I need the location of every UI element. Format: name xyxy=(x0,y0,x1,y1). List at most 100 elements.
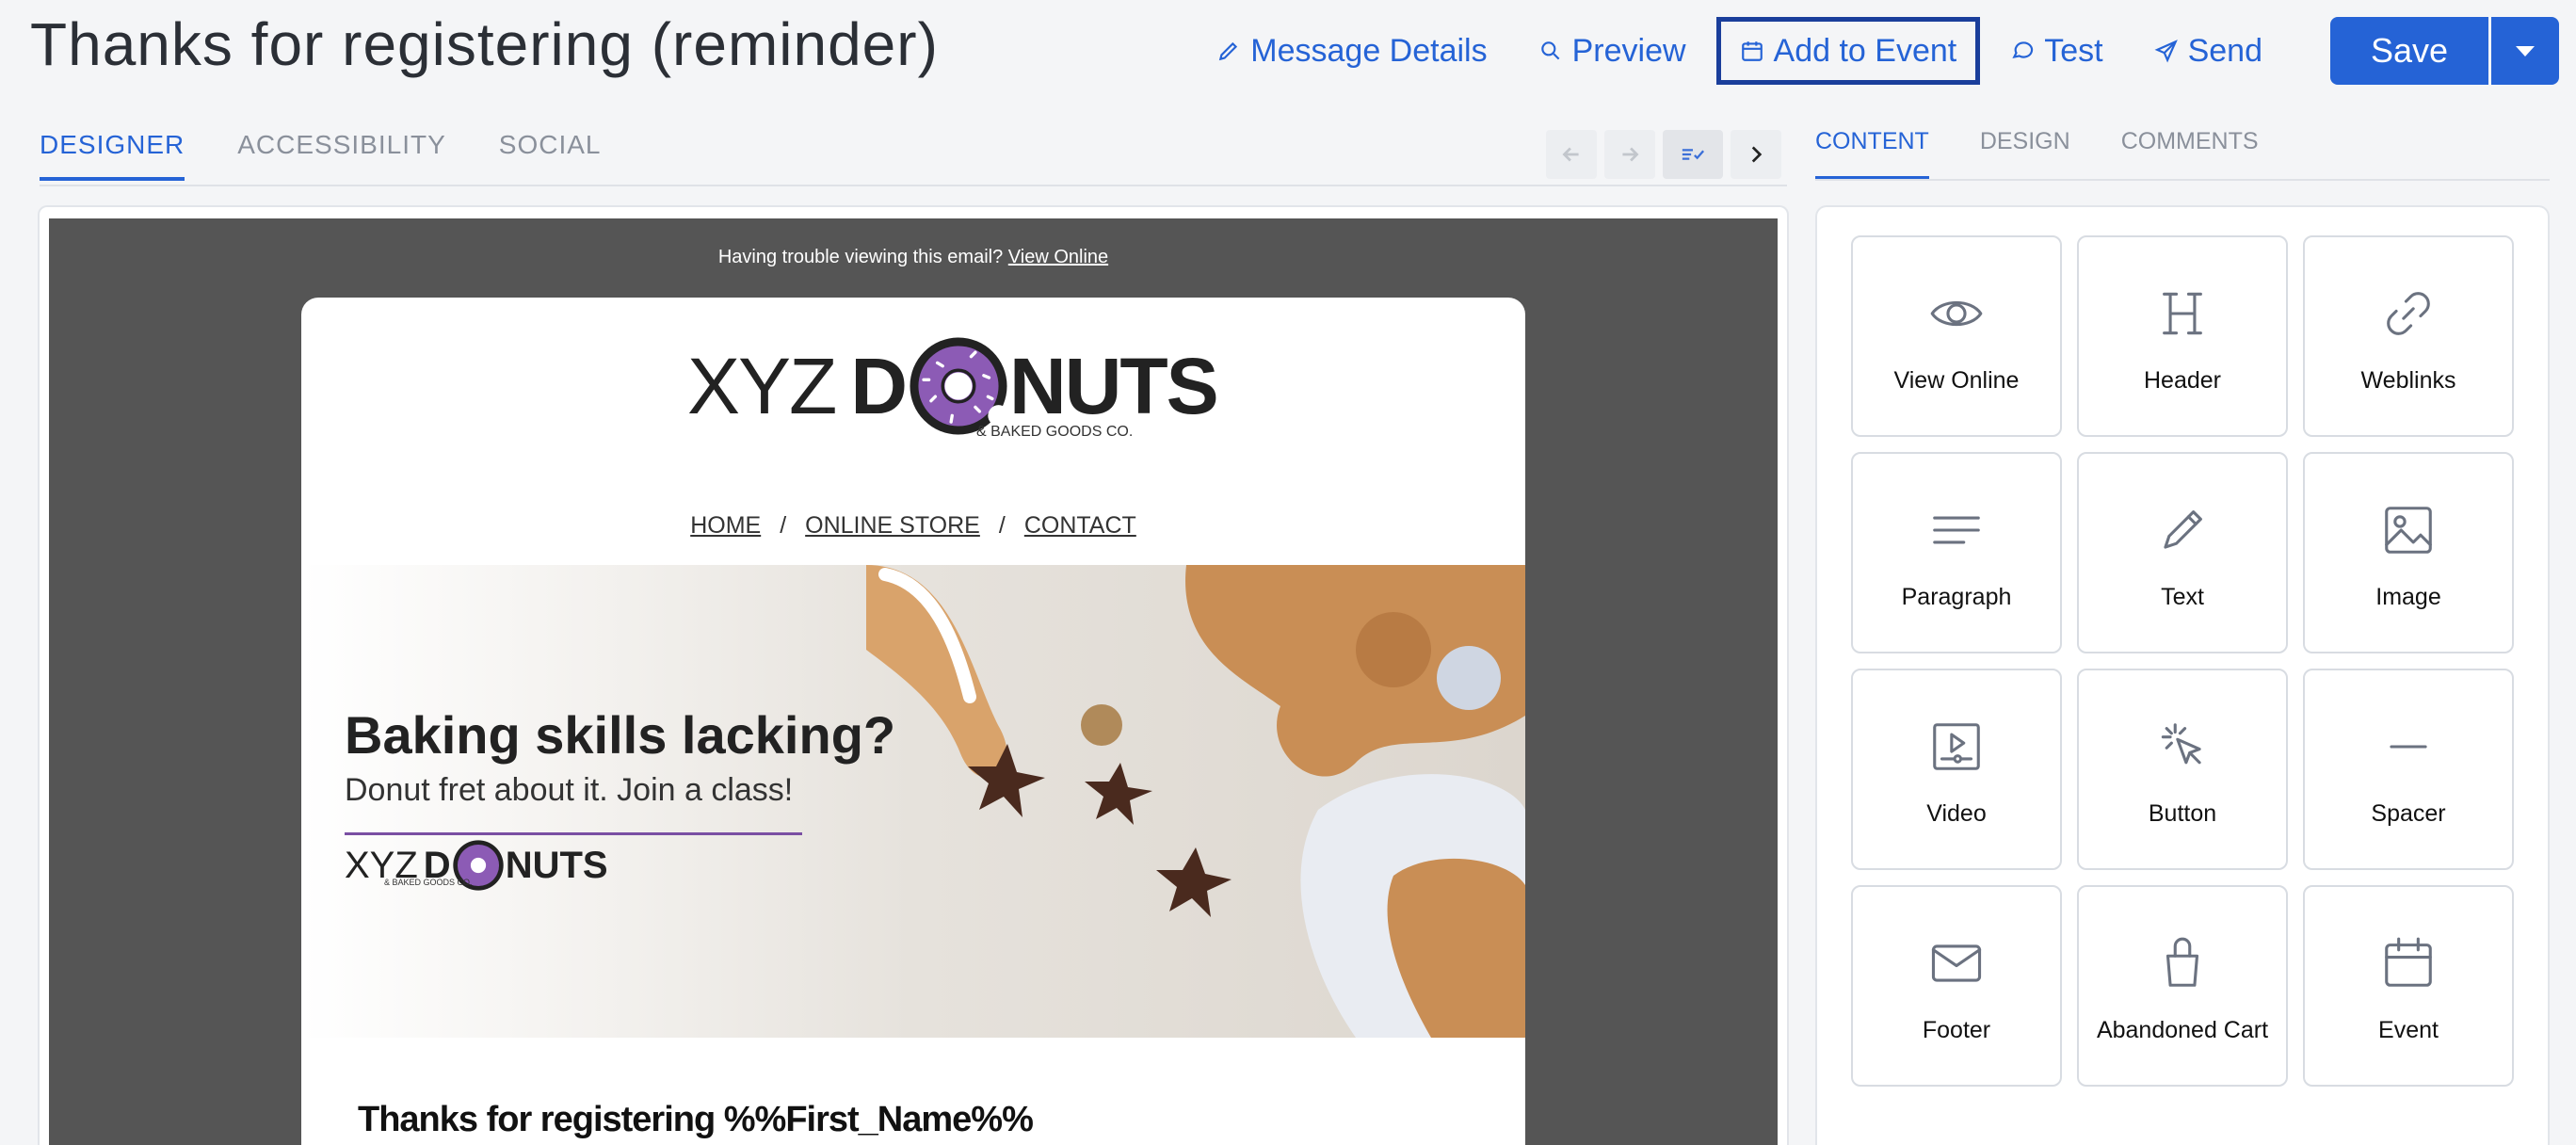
nav-separator: / xyxy=(780,512,787,539)
shopping-bag-icon xyxy=(2165,937,2199,987)
preview-label: Preview xyxy=(1571,32,1686,69)
block-text[interactable]: Text xyxy=(2077,452,2288,653)
save-button-group: Save xyxy=(2330,17,2559,85)
message-details-button[interactable]: Message Details xyxy=(1196,17,1507,85)
hero-logo-nuts: NUTS xyxy=(505,844,608,886)
pencil-icon xyxy=(2164,510,2202,549)
hero-title: Baking skills lacking? xyxy=(345,705,896,765)
message-details-label: Message Details xyxy=(1250,32,1488,69)
paragraph-icon xyxy=(1933,516,1980,544)
block-label: View Online xyxy=(1893,367,2020,394)
editor-toolbar xyxy=(1546,130,1781,179)
block-spacer[interactable]: Spacer xyxy=(2303,669,2514,870)
add-to-event-label: Add to Event xyxy=(1773,32,1957,69)
view-online-link[interactable]: View Online xyxy=(1008,247,1108,267)
arrow-right-icon xyxy=(1622,147,1639,162)
nav-contact-link[interactable]: CONTACT xyxy=(1024,512,1136,540)
test-button[interactable]: Test xyxy=(1989,17,2123,85)
logo-xyz: XYZ xyxy=(687,341,837,430)
save-button[interactable]: Save xyxy=(2330,17,2488,85)
page-title: Thanks for registering (reminder) xyxy=(30,10,939,78)
redo-button[interactable] xyxy=(1604,130,1655,179)
trouble-viewing-bar: Having trouble viewing this email? View … xyxy=(49,247,1778,268)
tab-comments[interactable]: COMMENTS xyxy=(2121,128,2259,180)
chevron-down-icon xyxy=(2516,45,2535,56)
tab-accessibility[interactable]: ACCESSIBILITY xyxy=(237,130,446,181)
nav-online-store-link[interactable]: ONLINE STORE xyxy=(805,512,980,540)
arrow-left-icon xyxy=(1562,147,1579,162)
chevron-right-icon xyxy=(1751,146,1763,163)
undo-button[interactable] xyxy=(1546,130,1597,179)
content-blocks-grid: View Online Header Weblinks Paragraph Te… xyxy=(1851,235,2514,1087)
block-label: Abandoned Cart xyxy=(2096,1017,2269,1043)
tab-designer[interactable]: DESIGNER xyxy=(40,130,185,181)
tab-content[interactable]: CONTENT xyxy=(1815,128,1929,180)
hero-divider xyxy=(345,832,802,835)
block-abandoned-cart[interactable]: Abandoned Cart xyxy=(2077,885,2288,1087)
block-view-online[interactable]: View Online xyxy=(1851,235,2062,437)
comment-icon xyxy=(2012,41,2034,58)
heading-icon xyxy=(2163,292,2202,335)
tab-design[interactable]: DESIGN xyxy=(1980,128,2070,180)
nav-home-link[interactable]: HOME xyxy=(690,512,761,540)
logo-tagline: & BAKED GOODS CO. xyxy=(976,424,1134,440)
envelope-icon xyxy=(1931,944,1982,982)
send-icon xyxy=(2154,40,2178,63)
email-nav: HOME / ONLINE STORE / CONTACT xyxy=(301,512,1525,540)
editor-tabs: DESIGNER ACCESSIBILITY SOCIAL xyxy=(40,130,601,181)
search-icon xyxy=(1540,41,1560,60)
spellcheck-button[interactable] xyxy=(1663,130,1723,179)
send-label: Send xyxy=(2187,32,2262,69)
cookies-photo xyxy=(866,565,1525,1038)
pencil-icon xyxy=(1219,41,1238,61)
brand-logo: XYZ D NUTS & BAKED GOODS CO. xyxy=(687,333,1219,440)
cursor-click-icon xyxy=(2161,723,2201,765)
block-label: Footer xyxy=(1922,1017,1991,1043)
block-label: Spacer xyxy=(2371,800,2446,827)
block-video[interactable]: Video xyxy=(1851,669,2062,870)
nav-separator: / xyxy=(998,512,1006,539)
eye-icon xyxy=(1930,300,1983,327)
calendar-icon xyxy=(1741,41,1763,61)
top-actions: Message Details Preview Add to Event Tes… xyxy=(1186,17,2559,85)
block-label: Text xyxy=(2161,584,2204,610)
hero-banner[interactable]: Baking skills lacking? Donut fret about … xyxy=(301,565,1525,1038)
block-label: Weblinks xyxy=(2360,367,2456,394)
email-canvas[interactable]: Having trouble viewing this email? View … xyxy=(49,218,1778,1145)
block-label: Event xyxy=(2378,1017,2439,1043)
text-check-icon xyxy=(1682,149,1705,160)
minus-icon xyxy=(2390,745,2427,749)
send-button[interactable]: Send xyxy=(2133,17,2283,85)
email-body[interactable]: XYZ D NUTS & BAKED GOODS CO. HOME / ONLI… xyxy=(301,298,1525,1145)
content-blocks-panel: View Online Header Weblinks Paragraph Te… xyxy=(1815,205,2550,1145)
block-label: Header xyxy=(2144,367,2221,394)
hero-logo-tagline: & BAKED GOODS CO. xyxy=(384,878,473,887)
block-event[interactable]: Event xyxy=(2303,885,2514,1087)
sidebar-tabs-divider xyxy=(1815,179,2550,181)
sidebar-tabs: CONTENT DESIGN COMMENTS xyxy=(1815,128,2259,180)
block-footer[interactable]: Footer xyxy=(1851,885,2062,1087)
preview-button[interactable]: Preview xyxy=(1518,17,1707,85)
video-icon xyxy=(1933,723,1980,770)
link-icon xyxy=(2387,292,2430,335)
collapse-panel-button[interactable] xyxy=(1731,130,1781,179)
calendar-icon xyxy=(2385,937,2432,987)
logo-nuts: NUTS xyxy=(1009,341,1219,430)
add-to-event-button[interactable]: Add to Event xyxy=(1715,17,1981,85)
block-label: Button xyxy=(2148,800,2217,827)
block-label: Paragraph xyxy=(1901,584,2012,610)
hero-subtitle: Donut fret about it. Join a class! xyxy=(345,772,794,808)
image-icon xyxy=(2385,507,2432,554)
block-image[interactable]: Image xyxy=(2303,452,2514,653)
block-label: Image xyxy=(2375,584,2441,610)
block-label: Video xyxy=(1926,800,1987,827)
thanks-heading[interactable]: Thanks for registering %%First_Name%% xyxy=(358,1100,1034,1140)
block-paragraph[interactable]: Paragraph xyxy=(1851,452,2062,653)
block-header[interactable]: Header xyxy=(2077,235,2288,437)
tab-social[interactable]: SOCIAL xyxy=(499,130,602,181)
tabs-divider xyxy=(40,185,1787,186)
save-options-dropdown[interactable] xyxy=(2491,17,2559,85)
logo-d: D xyxy=(850,341,909,430)
block-button[interactable]: Button xyxy=(2077,669,2288,870)
block-weblinks[interactable]: Weblinks xyxy=(2303,235,2514,437)
